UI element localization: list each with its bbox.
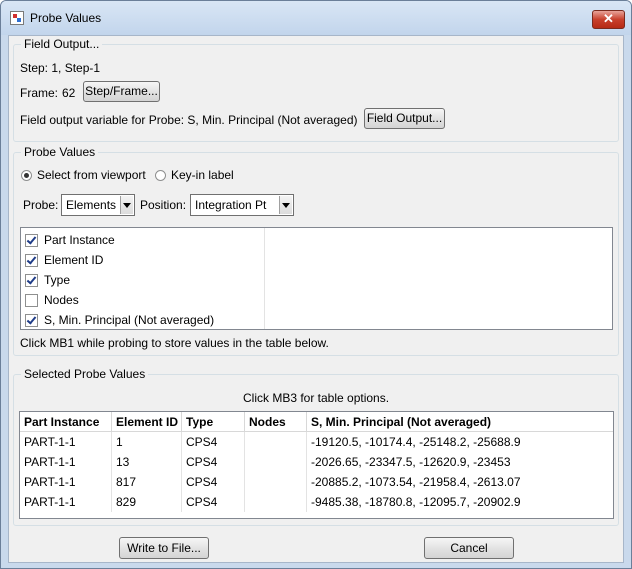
cell-part-instance: PART-1-1 <box>20 492 112 512</box>
selected-values-legend: Selected Probe Values <box>21 367 149 381</box>
cell-part-instance: PART-1-1 <box>20 432 112 452</box>
column-header-type[interactable]: Type <box>182 412 245 432</box>
cell-type: CPS4 <box>182 432 245 452</box>
field-output-button[interactable]: Field Output... <box>364 108 445 129</box>
column-header-min-principal[interactable]: S, Min. Principal (Not averaged) <box>307 412 613 432</box>
close-button[interactable]: ✕ <box>592 10 625 29</box>
field-output-group: Field Output... Step: 1, Step-1 Frame: 6… <box>13 37 619 142</box>
field-variable-text: Field output variable for Probe: S, Min.… <box>20 113 358 127</box>
field-output-legend: Field Output... <box>21 37 103 51</box>
checkbox-label: S, Min. Principal (Not averaged) <box>44 313 215 327</box>
checkbox-label: Type <box>44 273 71 287</box>
table-hint: Click MB3 for table options. <box>243 391 390 405</box>
cell-min-principal: -20885.2, -1073.54, -21958.4, -2613.07 <box>311 475 521 489</box>
cell-type: CPS4 <box>182 472 245 492</box>
column-header-part-instance[interactable]: Part Instance <box>20 412 112 432</box>
list-divider <box>264 228 265 329</box>
cell-nodes <box>245 432 307 452</box>
probe-fields-list[interactable]: Part Instance Element ID Type Nodes S, M… <box>20 227 613 330</box>
table-row[interactable]: PART-1-1 829 CPS4 -9485.38, -18780.8, -1… <box>20 492 613 512</box>
cell-min-principal: -19120.5, -10174.4, -25148.2, -25688.9 <box>311 435 521 449</box>
cell-element-id: 829 <box>112 492 182 512</box>
cancel-button[interactable]: Cancel <box>424 537 514 559</box>
cell-part-instance: PART-1-1 <box>20 472 112 492</box>
checkbox-label: Nodes <box>44 293 79 307</box>
cell-min-principal: -2026.65, -23347.5, -12620.9, -23453 <box>311 455 511 469</box>
cell-element-id: 1 <box>112 432 182 452</box>
probe-select-value: Elements <box>66 198 117 212</box>
probe-select[interactable]: Elements <box>61 194 135 216</box>
checkbox-part-instance[interactable] <box>25 234 38 247</box>
table-row[interactable]: PART-1-1 1 CPS4 -19120.5, -10174.4, -251… <box>20 432 613 452</box>
position-select[interactable]: Integration Pt <box>190 194 294 216</box>
step-frame-button[interactable]: Step/Frame... <box>83 81 160 102</box>
cell-element-id: 13 <box>112 452 182 472</box>
probe-values-window: Probe Values ✕ Field Output... Step: 1, … <box>0 0 632 569</box>
checkbox-type[interactable] <box>25 274 38 287</box>
frame-value: 62 <box>62 86 76 100</box>
checkbox-label: Part Instance <box>44 233 115 247</box>
app-icon <box>10 11 24 25</box>
checkbox-element-id[interactable] <box>25 254 38 267</box>
chevron-down-icon[interactable] <box>120 196 133 214</box>
table-row[interactable]: PART-1-1 817 CPS4 -20885.2, -1073.54, -2… <box>20 472 613 492</box>
select-viewport-label[interactable]: Select from viewport <box>37 168 146 182</box>
table-row[interactable]: PART-1-1 13 CPS4 -2026.65, -23347.5, -12… <box>20 452 613 472</box>
checkbox-min-principal[interactable] <box>25 314 38 327</box>
selected-probe-values-group: Selected Probe Values Click MB3 for tabl… <box>13 367 619 526</box>
cell-nodes <box>245 472 307 492</box>
cell-part-instance: PART-1-1 <box>20 452 112 472</box>
cell-type: CPS4 <box>182 452 245 472</box>
probe-values-legend: Probe Values <box>21 145 99 159</box>
write-to-file-button[interactable]: Write to File... <box>119 537 209 559</box>
checkbox-label: Element ID <box>44 253 104 267</box>
probe-label: Probe: <box>23 198 59 212</box>
cell-nodes <box>245 452 307 472</box>
frame-label: Frame: <box>20 86 59 100</box>
keyin-label-radio[interactable] <box>155 170 166 181</box>
checkbox-nodes[interactable] <box>25 294 38 307</box>
cell-type: CPS4 <box>182 492 245 512</box>
cell-element-id: 817 <box>112 472 182 492</box>
cell-min-principal: -9485.38, -18780.8, -12095.7, -20902.9 <box>311 495 521 509</box>
column-header-element-id[interactable]: Element ID <box>112 412 182 432</box>
list-item[interactable]: Type <box>21 270 261 290</box>
position-select-value: Integration Pt <box>195 198 267 212</box>
window-title: Probe Values <box>30 11 102 25</box>
list-item[interactable]: Nodes <box>21 290 261 310</box>
dialog-client: Field Output... Step: 1, Step-1 Frame: 6… <box>8 35 624 563</box>
probe-values-group: Probe Values Select from viewport Key-in… <box>13 145 619 356</box>
list-item[interactable]: Element ID <box>21 250 261 270</box>
list-item[interactable]: S, Min. Principal (Not averaged) <box>21 310 261 330</box>
column-header-nodes[interactable]: Nodes <box>245 412 307 432</box>
select-viewport-radio[interactable] <box>21 170 32 181</box>
title-bar[interactable]: Probe Values ✕ <box>1 1 631 35</box>
keyin-label-label[interactable]: Key-in label <box>171 168 234 182</box>
cell-nodes <box>245 492 307 512</box>
step-text: Step: 1, Step-1 <box>20 61 101 75</box>
probe-hint: Click MB1 while probing to store values … <box>20 336 329 350</box>
list-item[interactable]: Part Instance <box>21 230 261 250</box>
selected-values-table[interactable]: Part Instance Element ID Type Nodes S, M… <box>19 411 614 519</box>
chevron-down-icon[interactable] <box>279 196 292 214</box>
position-label: Position: <box>140 198 187 212</box>
